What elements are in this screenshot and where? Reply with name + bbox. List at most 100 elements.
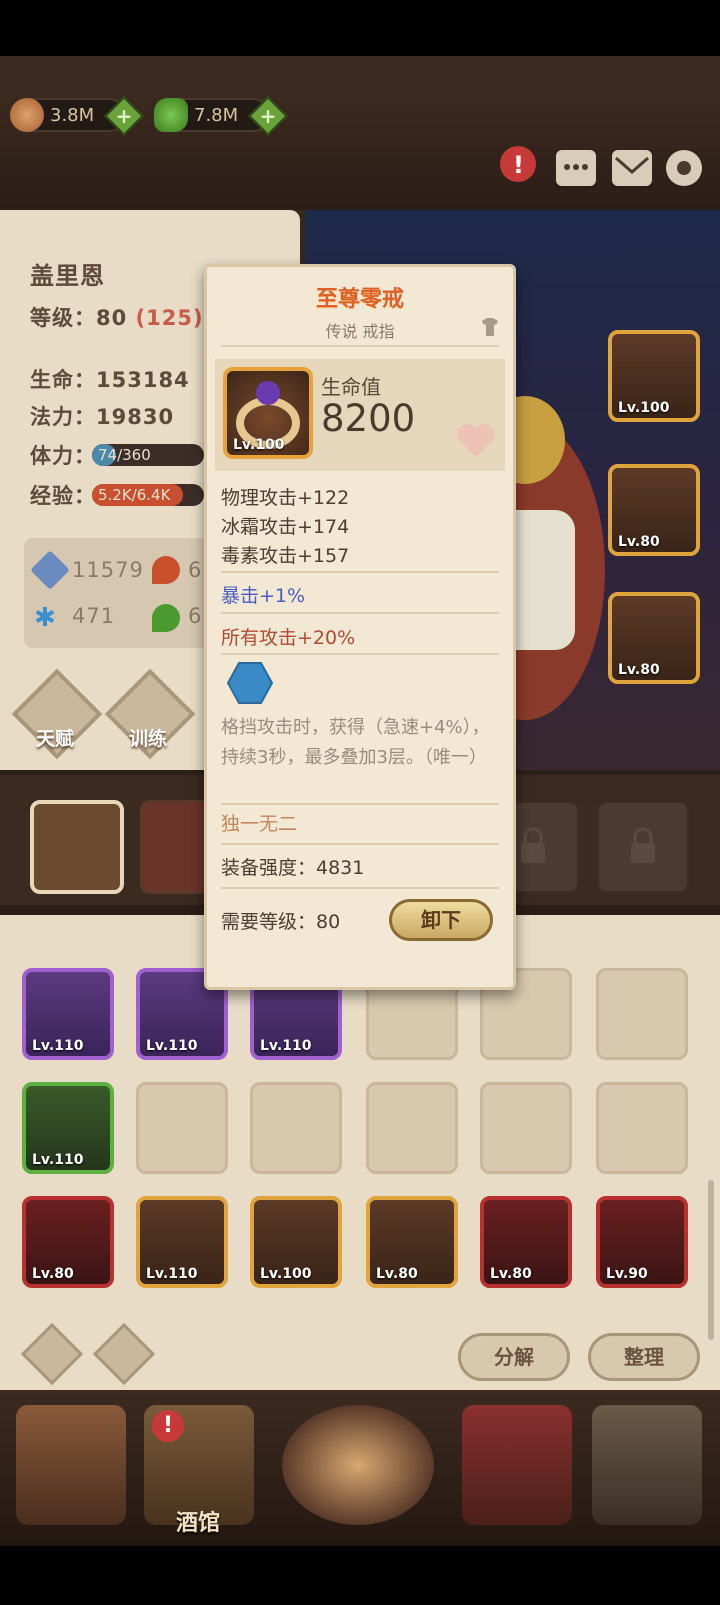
frost-value: 471 — [72, 604, 116, 628]
stat-all-attack: 所有攻击+20% — [221, 627, 356, 649]
item-level: Lv.110 — [32, 1152, 84, 1168]
exp-label: 经验： — [30, 484, 96, 508]
equipped-ring-slot[interactable]: Lv.100 — [608, 330, 700, 422]
fire-icon — [152, 556, 180, 584]
poison-icon — [152, 604, 180, 632]
alert-icon[interactable]: ! — [500, 146, 536, 182]
mp-value: 19830 — [96, 405, 175, 429]
nav-forge[interactable] — [592, 1405, 702, 1525]
hp-value: 153184 — [96, 368, 190, 392]
required-level: 需要等级：80 — [221, 911, 341, 933]
empty-slot[interactable] — [596, 1082, 688, 1174]
item-level: Lv.110 — [260, 1038, 312, 1054]
hp-label: 生命： — [30, 368, 96, 392]
training-label: 训练 — [129, 728, 168, 750]
nav-house[interactable] — [16, 1405, 126, 1525]
bread-resource: 3.8M + — [10, 96, 144, 136]
slot-level: Lv.100 — [618, 400, 670, 416]
inventory-item-belt[interactable]: Lv.110 — [22, 1082, 114, 1174]
chat-icon[interactable] — [556, 150, 596, 186]
leaf-resource: 7.8M + — [154, 96, 288, 136]
equipped-armor-slot[interactable]: Lv.80 — [608, 464, 700, 556]
inventory-item-upgrade[interactable]: Lv.80 — [366, 1196, 458, 1288]
inventory-scrollbar[interactable] — [708, 1180, 714, 1340]
item-title: 至尊零戒 — [315, 287, 404, 312]
divider — [221, 803, 499, 805]
empty-slot[interactable] — [480, 1082, 572, 1174]
hp-row: 生命：153184 — [30, 364, 190, 394]
inventory-item-upgrade[interactable]: Lv.110 — [136, 1196, 228, 1288]
bread-amount: 3.8M — [50, 104, 95, 126]
decompose-button[interactable]: 分解 — [458, 1333, 570, 1381]
leaf-amount: 7.8M — [194, 104, 239, 126]
stamina-bar: 74/360 — [92, 444, 204, 466]
exp-bar: 5.2K/6.4K — [92, 484, 204, 506]
unique-tag: 独一无二 — [221, 813, 298, 835]
system-nav-bar — [0, 1546, 720, 1605]
status-bar — [0, 0, 720, 56]
nav-shop[interactable] — [462, 1405, 572, 1525]
item-level: Lv.110 — [146, 1038, 198, 1054]
empty-slot[interactable] — [596, 968, 688, 1060]
stat-poison-attack: 毒素攻击+157 — [221, 545, 350, 567]
special-effect-text: 格挡攻击时，获得（急速+4%），持续3秒，最多叠加3层。（唯一） — [221, 717, 490, 768]
ring-icon: Lv.100 — [223, 367, 313, 459]
unequip-button[interactable]: 卸下 — [389, 899, 493, 941]
svg-text:!: ! — [513, 151, 524, 179]
inventory-item-amulet[interactable]: Lv.110 — [22, 968, 114, 1060]
heart-icon — [457, 424, 495, 457]
sort-button[interactable]: 整理 — [588, 1333, 700, 1381]
bread-icon — [10, 98, 44, 132]
item-level: Lv.80 — [32, 1266, 74, 1282]
divider — [221, 571, 499, 573]
attack-value: 11579 — [72, 558, 144, 582]
inventory-item-upgrade[interactable]: Lv.100 — [250, 1196, 342, 1288]
item-subtitle: 传说 戒指 — [325, 322, 395, 341]
item-level: Lv.110 — [146, 1266, 198, 1282]
hex-gem-socket-icon — [227, 662, 273, 704]
empty-slot[interactable] — [366, 1082, 458, 1174]
divider — [221, 345, 499, 347]
level-row: 等级：80 (125) — [30, 302, 204, 332]
poison-value: 6 — [188, 604, 203, 628]
locked-hero-slot — [596, 800, 690, 894]
nav-adventure[interactable] — [282, 1405, 434, 1525]
stamina-label: 体力： — [30, 444, 96, 468]
gear-icon[interactable] — [666, 150, 702, 186]
item-level: Lv.90 — [606, 1266, 648, 1282]
item-tooltip: 至尊零戒 传说 戒指 Lv.100 生命值 8200 物理攻击+122 冰霜攻击… — [204, 264, 516, 990]
mp-label: 法力： — [30, 405, 96, 429]
divider — [221, 843, 499, 845]
nav-tavern-label: 酒馆 — [176, 1511, 221, 1536]
fire-value: 6 — [188, 558, 203, 582]
empty-slot[interactable] — [250, 1082, 342, 1174]
inventory-item-upgrade[interactable]: Lv.80 — [480, 1196, 572, 1288]
main-stat-value: 8200 — [321, 397, 416, 440]
stat-frost-attack: 冰霜攻击+174 — [221, 516, 350, 538]
divider — [221, 612, 499, 614]
inventory-item-upgrade[interactable]: Lv.90 — [596, 1196, 688, 1288]
equipment-power: 装备强度：4831 — [221, 857, 365, 879]
empty-slot[interactable] — [136, 1082, 228, 1174]
hero-card-selected[interactable] — [30, 800, 124, 894]
level-value: 80 — [96, 306, 128, 330]
main-stat-area: Lv.100 生命值 8200 — [215, 359, 505, 471]
tavern-alert-icon: ! — [152, 1410, 184, 1442]
frost-icon: ✱ — [34, 603, 56, 633]
level-label: 等级： — [30, 306, 96, 330]
item-level: Lv.80 — [376, 1266, 418, 1282]
hero-name: 盖里恩 — [30, 262, 105, 290]
shirt-icon — [482, 318, 498, 336]
level-extra: (125) — [135, 306, 204, 330]
talent-label: 天赋 — [36, 728, 75, 750]
item-level: Lv.100 — [260, 1266, 312, 1282]
leaf-icon — [154, 98, 188, 132]
inventory-item-upgrade[interactable]: Lv.80 — [22, 1196, 114, 1288]
stamina-text: 74/360 — [98, 446, 151, 464]
slot-level: Lv.80 — [618, 662, 660, 678]
equipped-belt-slot[interactable]: Lv.80 — [608, 592, 700, 684]
mp-row: 法力：19830 — [30, 401, 174, 431]
divider — [221, 887, 499, 889]
item-level: Lv.110 — [32, 1038, 84, 1054]
mail-icon[interactable] — [612, 150, 652, 186]
